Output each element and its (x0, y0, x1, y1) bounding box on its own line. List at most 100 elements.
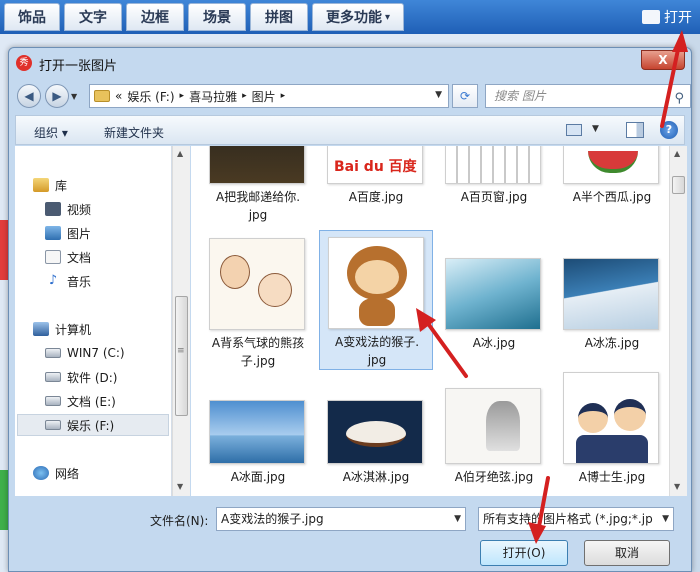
file-item[interactable]: A半个西瓜.jpg (555, 146, 669, 226)
scrollbar-thumb[interactable] (175, 296, 188, 416)
chevron-down-icon[interactable]: ▼ (660, 508, 669, 530)
sidebar-item-library[interactable]: 库 (33, 174, 67, 196)
file-thumbnail (328, 237, 424, 329)
sidebar-item-drive-d[interactable]: 软件 (D:) (45, 366, 117, 388)
sidebar-item-label: 计算机 (55, 322, 92, 337)
file-name-line: jpg (248, 208, 268, 222)
file-item-selected[interactable]: A变戏法的猴子. jpg (319, 230, 433, 370)
sidebar-item-drive-e[interactable]: 文档 (E:) (45, 390, 116, 412)
file-thumbnail (209, 400, 305, 464)
cancel-button[interactable]: 取消 (584, 540, 670, 566)
file-thumbnail: Bai du 百度 (327, 146, 423, 184)
help-icon[interactable]: ? (660, 121, 678, 139)
drive-icon (45, 396, 61, 406)
folder-icon (94, 90, 110, 102)
file-item[interactable]: A冰冻.jpg (555, 232, 669, 372)
sidebar-item-videos[interactable]: 视频 (45, 198, 91, 220)
breadcrumb-subfolder[interactable]: 图片 (252, 88, 276, 105)
preview-pane-icon[interactable] (626, 122, 644, 138)
sidebar-scrollbar[interactable]: ▲ ≡ ▼ (172, 146, 190, 496)
file-type-filter[interactable]: 所有支持的图片格式 (*.jpg;*.jp ▼ (478, 507, 674, 531)
file-item[interactable]: Bai du 百度 A百度.jpg (319, 146, 433, 226)
scroll-up-icon[interactable]: ▲ (674, 149, 680, 158)
back-button[interactable]: ◀ (17, 84, 41, 108)
monkey-body (359, 298, 395, 326)
scrollbar-thumb[interactable] (672, 176, 685, 194)
tab-accessories[interactable]: 饰品 (4, 3, 60, 31)
navigation-pane: 库 视频 图片 文档 ♪ 音乐 计算机 WIN7 (C:) 软件 (D:) 文档… (15, 146, 172, 496)
refresh-button[interactable]: ⟳ (452, 84, 478, 108)
file-item[interactable]: A冰面.jpg (201, 378, 315, 496)
file-name-line: A冰面.jpg (230, 470, 286, 484)
file-item[interactable]: A伯牙绝弦.jpg (437, 378, 551, 496)
breadcrumb-separator[interactable]: ▸ (281, 91, 286, 101)
breadcrumb-drive[interactable]: 娱乐 (F:) (127, 88, 174, 105)
dialog-title-bar[interactable]: 秀 打开一张图片 X (9, 48, 691, 78)
graduate-image (614, 399, 646, 431)
open-button[interactable]: 打开(O) (480, 540, 568, 566)
breadcrumb-folder[interactable]: 喜马拉雅 (189, 88, 237, 105)
sidebar-item-label: 软件 (D:) (67, 370, 118, 385)
file-list-scrollbar[interactable]: ▲ ▼ (669, 146, 687, 496)
drive-icon (45, 348, 61, 358)
sidebar-item-drive-c[interactable]: WIN7 (C:) (45, 342, 125, 364)
music-icon: ♪ (45, 274, 61, 288)
sidebar-item-label: WIN7 (C:) (67, 346, 125, 360)
sidebar-item-pictures[interactable]: 图片 (45, 222, 91, 244)
address-dropdown-icon[interactable]: ▼ (435, 90, 442, 100)
scroll-down-icon[interactable]: ▼ (674, 482, 680, 491)
file-item[interactable]: A博士生.jpg (555, 366, 669, 496)
sidebar-item-network[interactable]: 网络 (33, 462, 79, 484)
baidu-logo: Bai du 百度 (334, 159, 417, 175)
search-input[interactable]: 搜索 图片 ⚲ (485, 84, 691, 108)
view-dropdown-icon[interactable]: ▼ (592, 124, 599, 134)
file-name-line: A伯牙绝弦.jpg (454, 470, 534, 484)
organize-menu[interactable]: 组织 ▾ (34, 124, 68, 141)
scroll-up-icon[interactable]: ▲ (177, 149, 183, 158)
chevron-down-icon: ▾ (384, 11, 391, 23)
file-name-label: 文件名(N): (150, 514, 209, 528)
breadcrumb-separator[interactable]: ▸ (242, 91, 247, 101)
file-name-field[interactable]: A变戏法的猴子.jpg ▼ (216, 507, 466, 531)
scroll-down-icon[interactable]: ▼ (177, 482, 183, 491)
sidebar-item-label: 图片 (67, 226, 92, 241)
new-folder-button[interactable]: 新建文件夹 (104, 124, 164, 141)
sidebar-item-label: 视频 (67, 202, 92, 217)
tab-scene[interactable]: 场景 (188, 3, 246, 31)
cartoon-figure-image (258, 273, 292, 307)
sidebar-item-documents[interactable]: 文档 (45, 246, 91, 268)
file-item[interactable]: A百页窗.jpg (437, 146, 551, 226)
navigation-row: ◀ ▶ ▼ « 娱乐 (F:) ▸ 喜马拉雅 ▸ 图片 ▸ ▼ ⟳ 搜索 图片 … (9, 80, 691, 110)
file-name-line: A博士生.jpg (578, 470, 646, 484)
tab-text[interactable]: 文字 (64, 3, 122, 31)
breadcrumb-separator[interactable]: ▸ (180, 91, 185, 101)
view-icon[interactable] (566, 124, 582, 136)
sidebar-item-computer[interactable]: 计算机 (33, 318, 91, 340)
network-icon (33, 466, 49, 480)
file-item[interactable]: A冰淇淋.jpg (319, 378, 433, 496)
file-item[interactable]: A冰.jpg (437, 232, 551, 372)
close-button[interactable]: X (641, 50, 685, 70)
search-icon[interactable]: ⚲ (674, 88, 684, 110)
command-bar: 组织 ▾ 新建文件夹 ▼ ? (15, 115, 685, 145)
sidebar-item-music[interactable]: ♪ 音乐 (45, 270, 91, 292)
file-thumbnail (327, 400, 423, 464)
tab-collage[interactable]: 拼图 (250, 3, 308, 31)
history-dropdown-icon[interactable]: ▼ (71, 92, 77, 101)
file-thumbnail (563, 258, 659, 330)
file-item[interactable]: A背系气球的熊孩 子.jpg (201, 232, 315, 372)
file-item[interactable]: A把我邮递给你. jpg (201, 146, 315, 226)
sidebar-item-drive-f[interactable]: 娱乐 (F:) (17, 414, 169, 436)
search-placeholder: 搜索 图片 (494, 89, 546, 103)
chevron-down-icon[interactable]: ▼ (454, 508, 461, 530)
tab-border[interactable]: 边框 (126, 3, 184, 31)
documents-icon (45, 250, 61, 264)
background-decor-green (0, 470, 8, 530)
forward-button[interactable]: ▶ (45, 84, 69, 108)
video-icon (45, 202, 61, 216)
open-button-toolbar[interactable]: 打开 (642, 5, 692, 29)
tab-more-features[interactable]: 更多功能 ▾ (312, 3, 404, 31)
address-bar[interactable]: « 娱乐 (F:) ▸ 喜马拉雅 ▸ 图片 ▸ ▼ (89, 84, 449, 108)
address-prefix: « (115, 89, 123, 103)
app-logo-icon: 秀 (16, 55, 32, 71)
